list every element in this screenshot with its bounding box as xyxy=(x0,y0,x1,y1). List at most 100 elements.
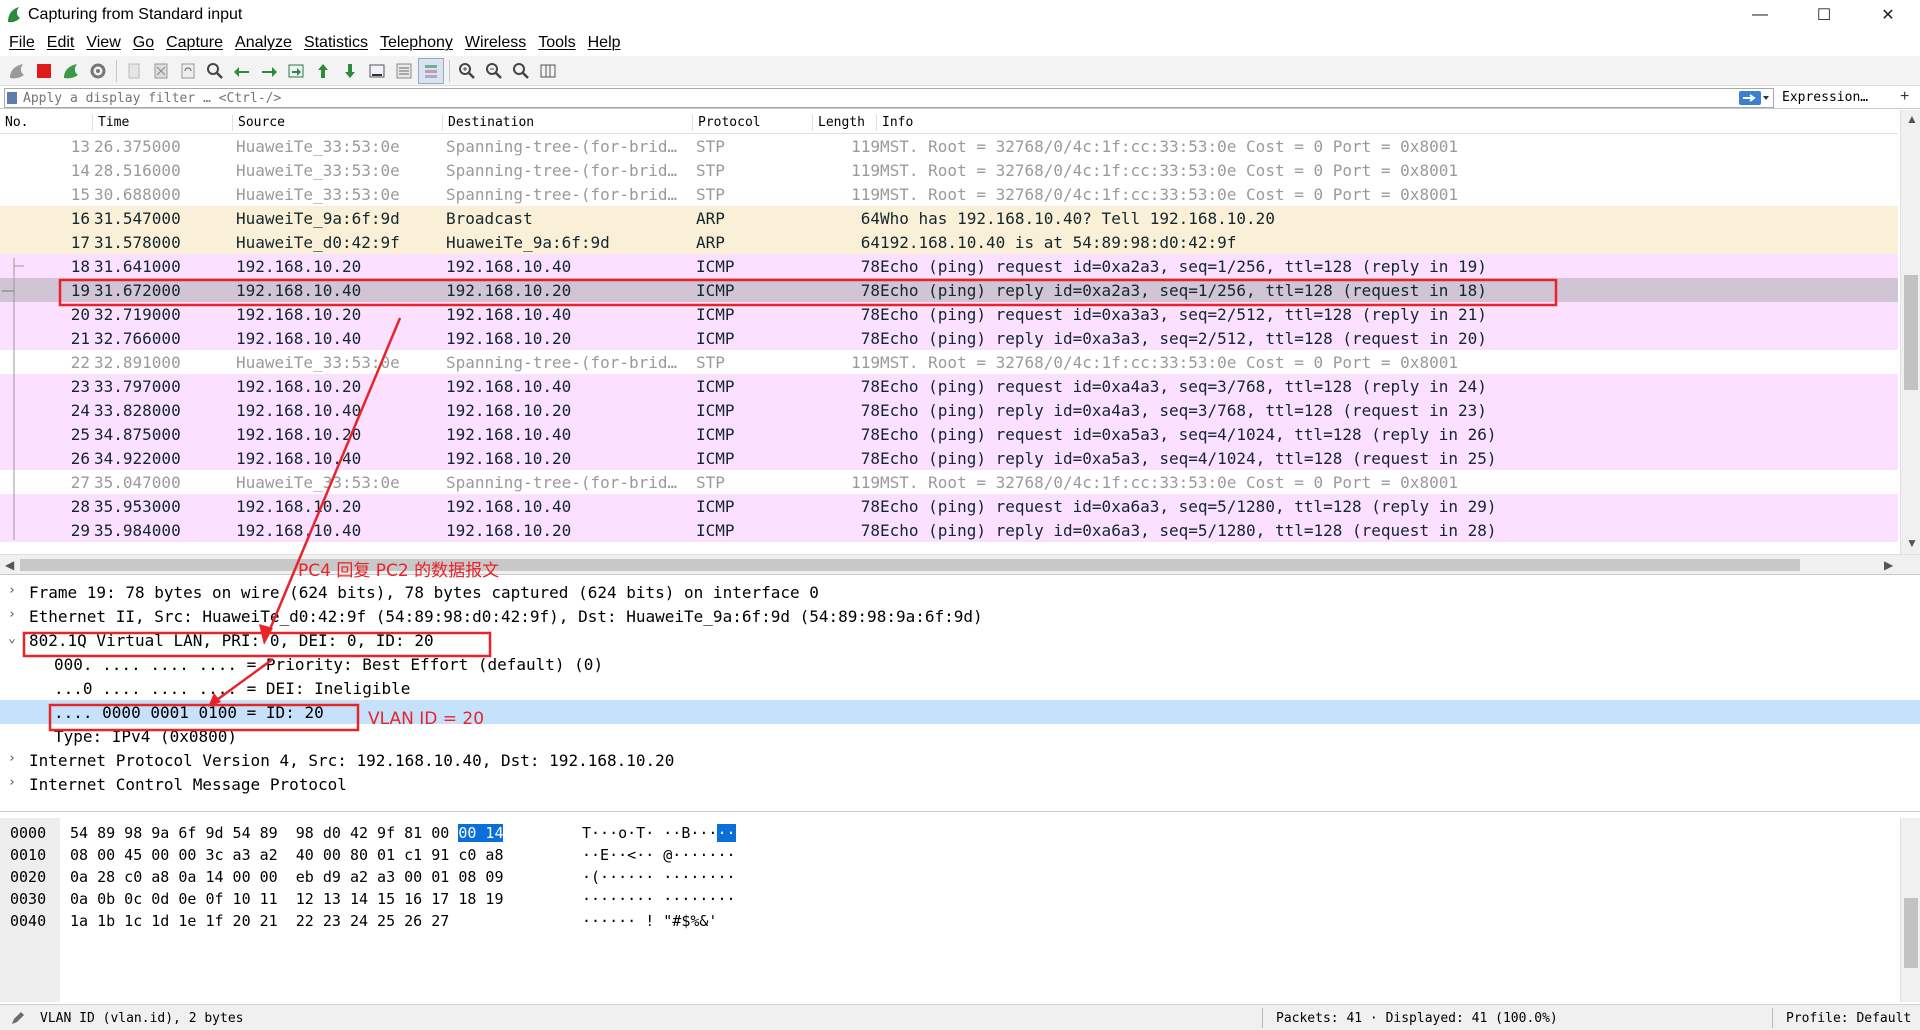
capture-options-gear-icon[interactable] xyxy=(85,58,111,84)
detail-tree-item[interactable]: › Ethernet II, Src: HuaweiTe_d0:42:9f (54… xyxy=(0,604,1920,628)
apply-filter-arrow-icon[interactable] xyxy=(1739,90,1769,106)
packet-row[interactable]: 27 35.047000 HuaweiTe_33:53:0e Spanning-tre… xyxy=(0,470,1898,494)
ascii-bytes[interactable]: ········ ········ xyxy=(582,890,736,908)
expression-button[interactable]: Expression… xyxy=(1782,90,1868,105)
restart-capture-icon[interactable] xyxy=(58,58,84,84)
filter-bookmark-icon[interactable] xyxy=(7,92,17,104)
detail-tree-item[interactable]: › Internet Control Message Protocol xyxy=(0,772,1920,796)
hex-bytes[interactable]: 54 89 98 9a 6f 9d 54 89 98 d0 42 9f 81 0… xyxy=(70,824,504,842)
packet-list-horizontal-scrollbar[interactable]: ◀ ▶ xyxy=(0,554,1920,574)
hex-bytes[interactable]: 0a 0b 0c 0d 0e 0f 10 11 12 13 14 15 16 1… xyxy=(70,890,503,908)
packet-row[interactable]: 16 31.547000 HuaweiTe_9a:6f:9d Broadcast ARP… xyxy=(0,206,1898,230)
zoom-in-icon[interactable] xyxy=(454,58,480,84)
packet-row[interactable]: 21 32.766000 192.168.10.40 192.168.10.20 ICM… xyxy=(0,326,1898,350)
column-header-info[interactable]: Info xyxy=(876,115,913,131)
zoom-out-icon[interactable] xyxy=(481,58,507,84)
menu-view[interactable]: View xyxy=(81,34,127,52)
packet-row[interactable]: 19 31.672000 192.168.10.40 192.168.10.20 ICM… xyxy=(0,278,1898,302)
menu-statistics[interactable]: Statistics xyxy=(299,34,375,52)
column-header-destination[interactable]: Destination xyxy=(442,115,534,131)
go-to-packet-icon[interactable] xyxy=(310,58,336,84)
packet-row[interactable]: 29 35.984000 192.168.10.40 192.168.10.20 ICM… xyxy=(0,518,1898,542)
menu-help[interactable]: Help xyxy=(583,34,628,52)
close-button[interactable]: ✕ xyxy=(1856,0,1920,30)
scroll-thumb[interactable] xyxy=(1904,275,1918,390)
packet-row[interactable]: 18 31.641000 192.168.10.20 192.168.10.40 ICM… xyxy=(0,254,1898,278)
menu-telephony[interactable]: Telephony xyxy=(375,34,460,52)
packet-list-vertical-scrollbar[interactable]: ▲ ▼ xyxy=(1900,110,1920,555)
ascii-bytes[interactable]: ··E··<·· @······· xyxy=(582,846,736,864)
scroll-down-icon[interactable]: ▼ xyxy=(1906,536,1918,550)
scroll-right-icon[interactable]: ▶ xyxy=(1884,558,1893,572)
chevron-right-icon[interactable]: › xyxy=(8,775,22,790)
packet-row[interactable]: 28 35.953000 192.168.10.20 192.168.10.40 ICM… xyxy=(0,494,1898,518)
start-capture-fin-icon[interactable] xyxy=(4,58,30,84)
packet-row[interactable]: 23 33.797000 192.168.10.20 192.168.10.40 ICM… xyxy=(0,374,1898,398)
bytes-vertical-scrollbar[interactable] xyxy=(1900,818,1920,1002)
save-file-icon[interactable] xyxy=(148,58,174,84)
detail-tree-item[interactable]: Type: IPv4 (0x0800) xyxy=(0,724,1920,748)
go-back-arrow-icon[interactable] xyxy=(256,58,282,84)
hex-bytes[interactable]: 1a 1b 1c 1d 1e 1f 20 21 22 23 24 25 26 2… xyxy=(70,912,449,930)
scroll-left-icon[interactable]: ◀ xyxy=(5,558,14,572)
packet-row[interactable]: 13 26.375000 HuaweiTe_33:53:0e Spanning-tre… xyxy=(0,134,1898,158)
status-profile[interactable]: Profile: Default xyxy=(1786,1011,1911,1026)
normal-size-icon[interactable] xyxy=(508,58,534,84)
scroll-up-icon[interactable]: ▲ xyxy=(1906,112,1918,126)
stop-capture-icon[interactable] xyxy=(31,58,57,84)
column-header-length[interactable]: Length xyxy=(812,115,865,131)
close-file-icon[interactable] xyxy=(175,58,201,84)
chevron-right-icon[interactable]: › xyxy=(8,751,22,766)
detail-tree-item[interactable]: 000. .... .... .... = Priority: Best Eff… xyxy=(0,652,1920,676)
menu-file[interactable]: File xyxy=(4,34,42,52)
menu-tools[interactable]: Tools xyxy=(533,34,582,52)
detail-tree-item[interactable]: .... 0000 0001 0100 = ID: 20 xyxy=(0,700,1920,724)
menu-edit[interactable]: Edit xyxy=(42,34,82,52)
column-header-source[interactable]: Source xyxy=(232,115,285,131)
packet-row[interactable]: 25 34.875000 192.168.10.20 192.168.10.40 ICM… xyxy=(0,422,1898,446)
packet-row[interactable]: 17 31.578000 HuaweiTe_d0:42:9f HuaweiTe_9a:… xyxy=(0,230,1898,254)
hex-bytes[interactable]: 08 00 45 00 00 3c a3 a2 40 00 80 01 c1 9… xyxy=(70,846,503,864)
ascii-bytes[interactable]: T···o·T· ··B····· xyxy=(582,824,736,842)
chevron-right-icon[interactable]: › xyxy=(8,583,22,598)
packet-details-pane: › Frame 19: 78 bytes on wire (624 bits), … xyxy=(0,580,1920,812)
reload-file-icon[interactable] xyxy=(202,58,228,84)
display-filter-input[interactable] xyxy=(5,89,1705,107)
column-header-no[interactable]: No. xyxy=(0,115,28,131)
maximize-button[interactable]: ☐ xyxy=(1792,0,1856,30)
chevron-right-icon[interactable]: › xyxy=(8,607,22,622)
go-first-packet-icon[interactable] xyxy=(337,58,363,84)
add-filter-button[interactable]: + xyxy=(1900,88,1909,106)
packet-row[interactable]: 14 28.516000 HuaweiTe_33:53:0e Spanning-tre… xyxy=(0,158,1898,182)
detail-tree-item[interactable]: ...0 .... .... .... = DEI: Ineligible xyxy=(0,676,1920,700)
resize-columns-icon[interactable] xyxy=(535,58,561,84)
edit-comment-pencil-icon[interactable] xyxy=(10,1010,26,1026)
ascii-bytes[interactable]: ·(······ ········ xyxy=(582,868,736,886)
detail-tree-item[interactable]: › Frame 19: 78 bytes on wire (624 bits), … xyxy=(0,580,1920,604)
column-header-protocol[interactable]: Protocol xyxy=(692,115,761,131)
menu-go[interactable]: Go xyxy=(128,34,161,52)
packet-row[interactable]: 26 34.922000 192.168.10.40 192.168.10.20 ICM… xyxy=(0,446,1898,470)
menu-analyze[interactable]: Analyze xyxy=(230,34,299,52)
packet-row[interactable]: 24 33.828000 192.168.10.40 192.168.10.20 ICM… xyxy=(0,398,1898,422)
scroll-thumb[interactable] xyxy=(20,559,1800,571)
chevron-down-icon[interactable]: ⌄ xyxy=(8,631,22,646)
packet-row[interactable]: 20 32.719000 192.168.10.20 192.168.10.40 ICM… xyxy=(0,302,1898,326)
go-forward-arrow-icon[interactable] xyxy=(283,58,309,84)
colorize-packet-list-icon[interactable] xyxy=(418,57,444,84)
ascii-bytes[interactable]: ······ ! "#$%&' xyxy=(582,912,717,930)
minimize-button[interactable]: — xyxy=(1728,0,1792,30)
scroll-thumb[interactable] xyxy=(1904,898,1918,968)
auto-scroll-icon[interactable] xyxy=(391,58,417,84)
find-packet-search-icon[interactable] xyxy=(229,58,255,84)
go-last-packet-icon[interactable] xyxy=(364,58,390,84)
packet-row[interactable]: 15 30.688000 HuaweiTe_33:53:0e Spanning-tre… xyxy=(0,182,1898,206)
menu-wireless[interactable]: Wireless xyxy=(460,34,533,52)
detail-tree-item[interactable]: ⌄ 802.1Q Virtual LAN, PRI: 0, DEI: 0, ID:… xyxy=(0,628,1920,652)
packet-row[interactable]: 22 32.891000 HuaweiTe_33:53:0e Spanning-tre… xyxy=(0,350,1898,374)
detail-tree-item[interactable]: › Internet Protocol Version 4, Src: 192.1… xyxy=(0,748,1920,772)
hex-bytes[interactable]: 0a 28 c0 a8 0a 14 00 00 eb d9 a2 a3 00 0… xyxy=(70,868,503,886)
open-file-icon[interactable] xyxy=(121,58,147,84)
column-header-time[interactable]: Time xyxy=(92,115,129,131)
menu-capture[interactable]: Capture xyxy=(161,34,230,52)
